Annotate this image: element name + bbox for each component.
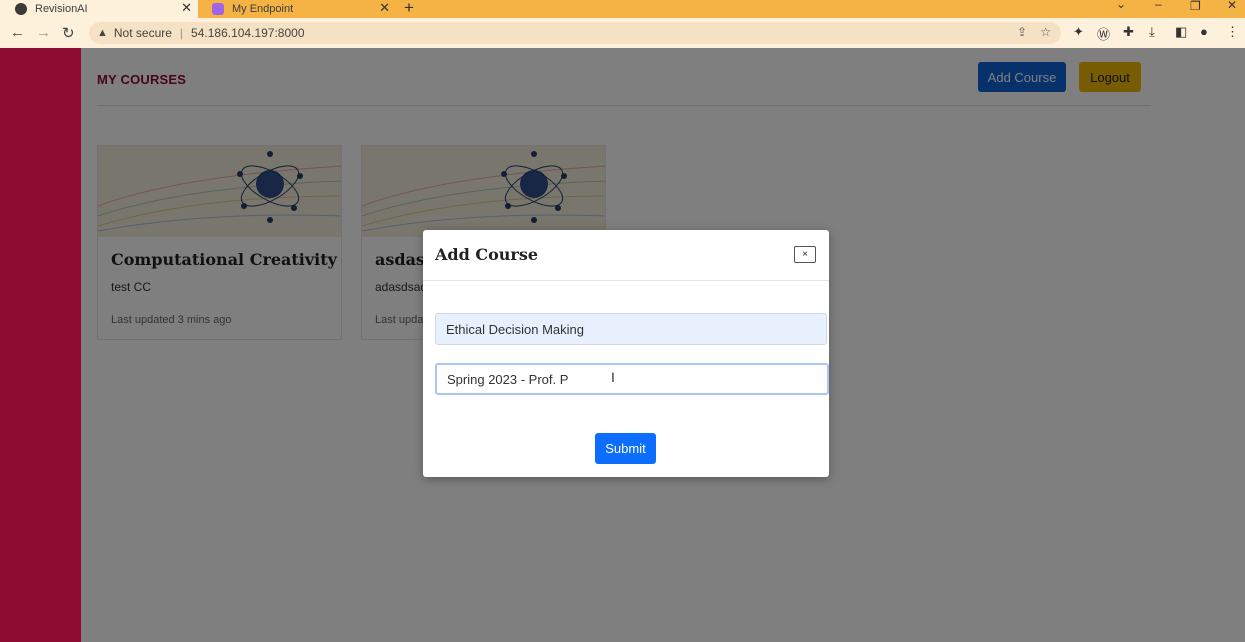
- tab-my-endpoint[interactable]: My Endpoint ✕: [203, 0, 396, 18]
- sidebar: [0, 48, 81, 642]
- share-icon[interactable]: ⇪: [1017, 25, 1027, 39]
- browser-toolbar: ← → ↻ ▲ Not secure | 54.186.104.197:8000…: [0, 18, 1245, 48]
- wordpress-icon[interactable]: Ⓦ: [1097, 24, 1110, 43]
- close-icon[interactable]: ×: [794, 246, 816, 263]
- bookmark-star-icon[interactable]: ☆: [1040, 25, 1051, 39]
- security-label: Not secure: [113, 26, 172, 40]
- warning-icon: ▲: [97, 27, 108, 39]
- extension-icon[interactable]: ✦: [1073, 24, 1084, 40]
- url-text: 54.186.104.197:8000: [191, 26, 305, 40]
- forward-icon[interactable]: →: [36, 24, 51, 41]
- add-course-modal: Add Course × I Submit: [423, 230, 829, 477]
- submit-button[interactable]: Submit: [595, 433, 656, 464]
- divider: |: [179, 26, 184, 40]
- maximize-icon[interactable]: ❐: [1190, 0, 1201, 13]
- globe-icon: [15, 3, 27, 15]
- text-cursor-icon: I: [611, 369, 615, 385]
- profile-avatar-icon[interactable]: ●: [1200, 24, 1208, 39]
- close-window-icon[interactable]: ✕: [1227, 0, 1237, 12]
- cube-icon: [212, 3, 224, 15]
- minimize-icon[interactable]: –: [1155, 0, 1162, 11]
- tab-title: RevisionAI: [35, 3, 88, 15]
- address-bar[interactable]: ▲ Not secure | 54.186.104.197:8000 ⇪ ☆: [89, 22, 1061, 44]
- close-tab-icon[interactable]: ✕: [181, 0, 192, 16]
- modal-title: Add Course: [435, 245, 539, 264]
- puzzle-icon[interactable]: ✚: [1123, 24, 1134, 40]
- course-description-input[interactable]: [435, 363, 829, 395]
- course-name-input[interactable]: [435, 313, 827, 345]
- reload-icon[interactable]: ↻: [62, 24, 75, 42]
- tab-search-icon[interactable]: ⌄: [1116, 0, 1126, 11]
- divider: [423, 280, 829, 281]
- tab-title: My Endpoint: [232, 3, 294, 15]
- browser-tabbar: RevisionAI ✕ My Endpoint ✕ + ⌄ – ❐ ✕: [0, 0, 1245, 18]
- tab-revisionai[interactable]: RevisionAI ✕: [0, 0, 198, 18]
- sidepanel-icon[interactable]: ◧: [1175, 24, 1187, 40]
- new-tab-icon[interactable]: +: [404, 0, 414, 18]
- menu-icon[interactable]: ⋮: [1226, 24, 1239, 40]
- back-icon[interactable]: ←: [10, 24, 25, 41]
- close-tab-icon[interactable]: ✕: [379, 0, 390, 16]
- download-icon[interactable]: ⤓: [1149, 24, 1155, 40]
